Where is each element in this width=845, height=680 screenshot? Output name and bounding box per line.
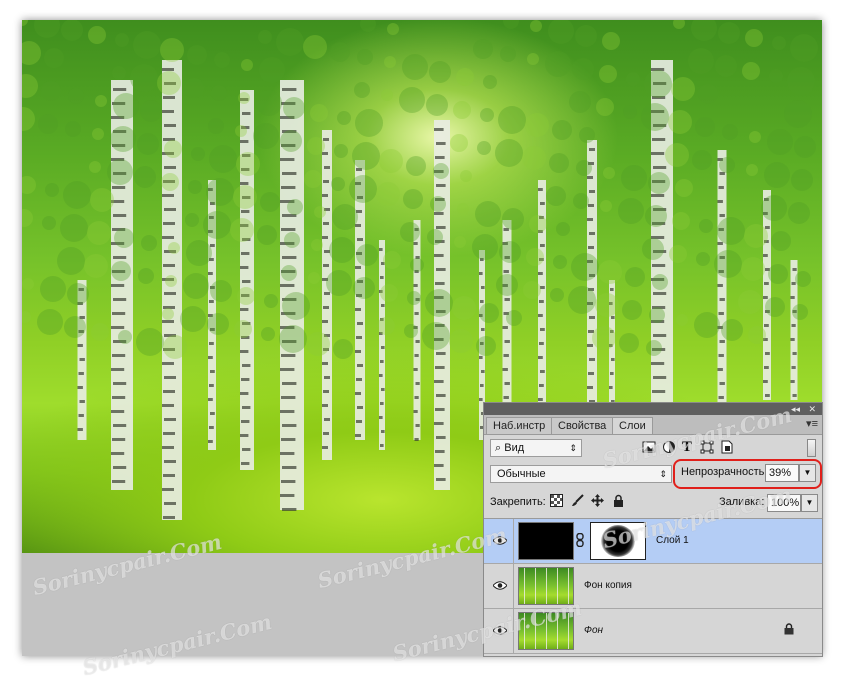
blend-mode-value: Обычные <box>497 468 546 480</box>
visibility-toggle[interactable] <box>484 564 514 608</box>
opacity-dropdown-icon[interactable]: ▼ <box>799 464 816 482</box>
layer-name: Фон копия <box>584 580 632 591</box>
opacity-input[interactable]: 39% <box>765 464 799 482</box>
eye-icon <box>493 581 507 590</box>
tab-properties[interactable]: Свойства <box>551 417 614 434</box>
lock-all-icon[interactable] <box>613 494 624 507</box>
layer-name: Фон <box>584 625 604 636</box>
panel-menu-icon[interactable]: ▾≡ <box>806 417 818 430</box>
lock-transparent-icon[interactable] <box>550 494 563 507</box>
fill-dropdown-icon[interactable]: ▼ <box>801 494 818 512</box>
close-icon[interactable]: ✕ <box>808 403 816 415</box>
opacity-label: Непрозрачность: <box>681 466 768 478</box>
lock-icon <box>784 623 794 635</box>
filter-label: Вид <box>504 442 525 454</box>
tab-tools-presets[interactable]: Наб.инстр <box>486 417 553 434</box>
double-chevron-icon[interactable]: ◂◂ <box>791 403 800 415</box>
lock-move-icon[interactable] <box>591 494 604 507</box>
updown-arrows-icon: ⇕ <box>659 469 667 479</box>
tab-layers[interactable]: Слои <box>612 417 653 434</box>
layer-filter-select[interactable]: ⌕ Вид ⇕ <box>490 439 582 457</box>
lock-brush-icon[interactable] <box>571 494 584 507</box>
search-icon: ⌕ <box>495 442 502 454</box>
layer-row-fon-kopiya[interactable]: Фон копия <box>484 564 822 609</box>
updown-arrows-icon: ⇕ <box>569 443 577 453</box>
blend-mode-select[interactable]: Обычные ⇕ <box>490 465 672 483</box>
chain-link-icon[interactable] <box>576 533 584 547</box>
opacity-highlight: Непрозрачность: 39% ▼ <box>673 459 822 489</box>
lock-label: Закрепить: <box>490 496 546 508</box>
filter-toggle-switch[interactable] <box>807 439 816 457</box>
layer-thumbnail[interactable] <box>518 522 574 560</box>
